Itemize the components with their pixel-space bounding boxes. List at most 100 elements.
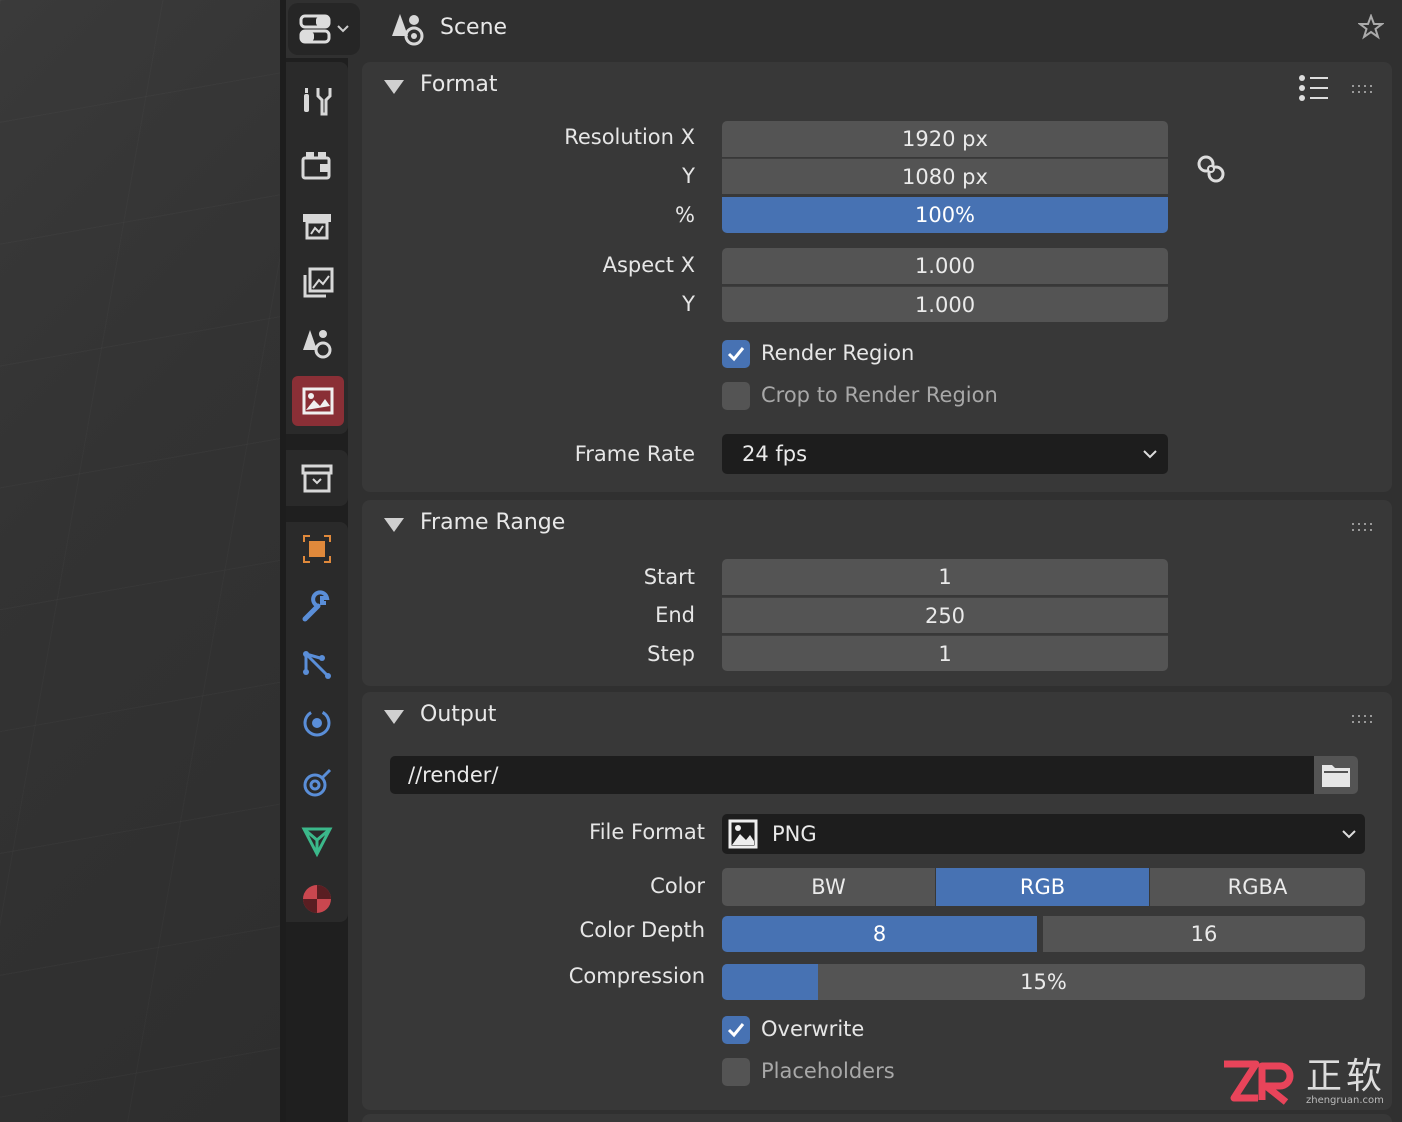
chevron-down-icon [337, 25, 349, 33]
properties-tabs [286, 58, 348, 1122]
overwrite-checkbox[interactable] [722, 1016, 750, 1044]
collapse-triangle-icon[interactable] [384, 518, 404, 532]
resolution-percent-label: % [675, 203, 695, 227]
presets-list-icon[interactable] [1298, 74, 1330, 106]
browse-folder-button[interactable] [1314, 756, 1358, 794]
aspect-x-field[interactable]: 1.000 [722, 248, 1168, 284]
format-panel-title[interactable]: Format [420, 72, 498, 97]
tab-view-layer[interactable] [292, 258, 342, 308]
constraint-icon [303, 768, 332, 797]
wrench-icon [302, 590, 330, 622]
overwrite-label[interactable]: Overwrite [761, 1017, 864, 1041]
color-rgba-button[interactable]: RGBA [1150, 868, 1365, 906]
frame-start-label: Start [643, 565, 695, 589]
tab-constraints[interactable] [292, 758, 342, 808]
viewport-background [0, 0, 280, 1122]
aspect-x-label: Aspect X [602, 253, 695, 277]
tab-collection[interactable] [292, 454, 342, 504]
watermark-site: zhengruan.com [1305, 1095, 1384, 1106]
output-path-input[interactable]: //render/ [390, 756, 1314, 794]
tab-object[interactable] [292, 524, 342, 574]
resolution-x-label: Resolution X [564, 125, 695, 149]
drag-grip-icon[interactable] [1352, 710, 1376, 729]
properties-editor: Scene Format Resolution X 1920 px Y 1080… [286, 0, 1402, 1122]
chevron-down-icon [1342, 830, 1356, 839]
zr-logo-icon [1223, 1060, 1294, 1105]
placeholders-label[interactable]: Placeholders [761, 1059, 895, 1083]
tab-particles[interactable] [292, 640, 342, 690]
tab-material[interactable] [292, 874, 342, 924]
color-depth-8-button[interactable]: 8 [722, 916, 1037, 952]
editor-type-icon [299, 14, 331, 44]
tool-icon [304, 88, 332, 116]
file-format-value: PNG [772, 822, 817, 846]
collection-box-icon [301, 464, 333, 493]
frame-end-field[interactable]: 250 [722, 597, 1168, 633]
compression-label: Compression [568, 964, 705, 988]
watermark-brand: 正软 [1305, 1056, 1386, 1097]
chevron-down-icon [1143, 450, 1157, 459]
checkmark-icon [727, 347, 745, 362]
render-camera-icon [301, 152, 331, 180]
view-layer-icon [303, 267, 334, 298]
render-region-checkbox[interactable] [722, 340, 750, 368]
compression-value: 15% [1020, 970, 1067, 994]
world-image-icon [302, 387, 334, 415]
file-format-dropdown[interactable]: PNG [722, 814, 1365, 854]
watermark-logo: 正软 zhengruan.com [1222, 1058, 1386, 1106]
tab-physics[interactable] [292, 698, 342, 748]
mesh-data-icon [301, 827, 333, 858]
output-panel-title[interactable]: Output [420, 702, 496, 727]
frame-range-panel: Frame Range Start 1 End 250 Step 1 [362, 500, 1392, 686]
image-file-icon [728, 819, 758, 849]
pin-star-icon[interactable] [1357, 13, 1385, 44]
resolution-x-field[interactable]: 1920 px [722, 121, 1168, 157]
frame-range-panel-title[interactable]: Frame Range [420, 510, 565, 535]
aspect-y-label: Y [682, 292, 695, 316]
frame-start-field[interactable]: 1 [722, 559, 1168, 595]
color-bw-button[interactable]: BW [722, 868, 935, 906]
scene-tab-icon [303, 330, 332, 359]
color-label: Color [650, 874, 705, 898]
compression-slider[interactable]: 15% [722, 964, 1365, 1000]
frame-rate-value: 24 fps [742, 442, 808, 466]
drag-grip-icon[interactable] [1352, 518, 1376, 537]
crop-render-region-label[interactable]: Crop to Render Region [761, 383, 998, 407]
tab-data[interactable] [292, 816, 342, 866]
scene-name: Scene [440, 15, 508, 40]
frame-rate-label: Frame Rate [574, 442, 695, 466]
drag-grip-icon[interactable] [1352, 80, 1376, 99]
color-depth-16-button[interactable]: 16 [1043, 916, 1365, 952]
frame-end-label: End [655, 603, 695, 627]
output-printer-icon [303, 214, 331, 240]
link-chain-icon[interactable] [1194, 152, 1230, 192]
tab-tool[interactable] [292, 76, 342, 126]
color-rgb-button[interactable]: RGB [936, 868, 1149, 906]
frame-step-field[interactable]: 1 [722, 635, 1168, 671]
object-square-icon [303, 535, 331, 563]
particles-icon [303, 651, 331, 679]
next-panel-edge [362, 1114, 1392, 1122]
resolution-y-label: Y [682, 164, 695, 188]
tab-output[interactable] [292, 200, 342, 250]
resolution-y-field[interactable]: 1080 px [722, 158, 1168, 194]
physics-orbit-icon [303, 709, 331, 737]
tab-render[interactable] [292, 140, 342, 190]
color-depth-label: Color Depth [579, 918, 705, 942]
aspect-y-field[interactable]: 1.000 [722, 286, 1168, 322]
frame-rate-dropdown[interactable]: 24 fps [722, 434, 1168, 474]
tab-scene[interactable] [292, 318, 342, 368]
collapse-triangle-icon[interactable] [384, 80, 404, 94]
placeholders-checkbox[interactable] [722, 1058, 750, 1086]
file-format-label: File Format [589, 820, 705, 844]
properties-header: Scene [286, 0, 1402, 58]
resolution-percent-field[interactable]: 100% [722, 197, 1168, 233]
crop-render-region-checkbox[interactable] [722, 382, 750, 410]
scene-icon [390, 10, 426, 50]
editor-type-dropdown[interactable] [288, 3, 360, 55]
collapse-triangle-icon[interactable] [384, 710, 404, 724]
tab-modifiers[interactable] [292, 582, 342, 632]
render-region-label[interactable]: Render Region [761, 341, 914, 365]
frame-step-label: Step [647, 642, 695, 666]
tab-world[interactable] [292, 376, 344, 426]
